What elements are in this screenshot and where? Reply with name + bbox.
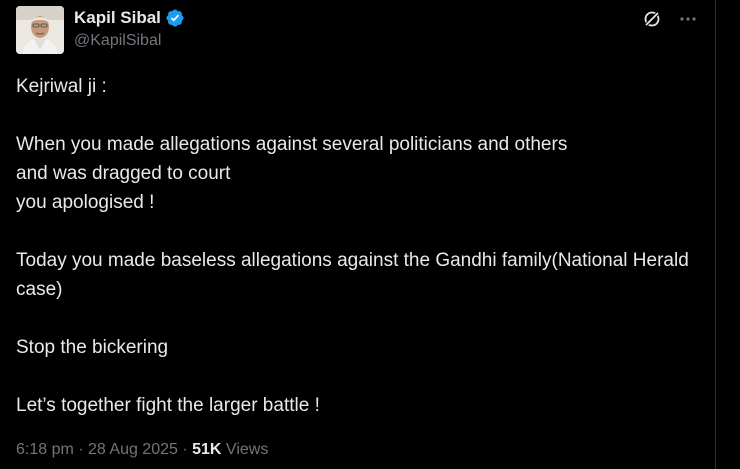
header-actions <box>641 8 699 30</box>
avatar-image <box>16 6 64 54</box>
tweet-header: Kapil Sibal @KapilSibal <box>16 6 699 54</box>
author-handle[interactable]: @KapilSibal <box>74 31 161 51</box>
tweet-date[interactable]: 28 Aug 2025 <box>88 439 178 461</box>
tweet-text: Kejriwal ji : When you made allegations … <box>16 72 706 420</box>
more-icon[interactable] <box>677 8 699 30</box>
display-name[interactable]: Kapil Sibal <box>74 7 161 29</box>
line-break <box>16 362 706 391</box>
views-count: 51K <box>192 441 222 458</box>
tweet-time[interactable]: 6:18 pm <box>16 439 74 461</box>
tweet-line: you apologised ! <box>16 192 155 213</box>
tweet-line: Let’s together fight the larger battle ! <box>16 395 320 416</box>
tweet-line: When you made allegations against severa… <box>16 134 568 155</box>
tweet-line: Today you made baseless allegations agai… <box>16 250 689 300</box>
tweet-line: Stop the bickering <box>16 337 169 358</box>
meta-separator: · <box>177 441 193 458</box>
line-break <box>16 217 706 246</box>
meta-separator: · <box>73 441 89 458</box>
tweet-card: Kapil Sibal @KapilSibal Kejriwal ji: Wh… <box>0 0 716 469</box>
tweet-line: Kejriwal ji : <box>16 76 107 97</box>
line-break <box>16 101 706 130</box>
tweet-line: and was dragged to court <box>16 163 231 184</box>
name-row: Kapil Sibal <box>74 7 185 29</box>
avatar[interactable] <box>16 6 64 54</box>
tweet-meta: 6:18 pm · 28 Aug 2025 · 51K Views <box>16 439 268 461</box>
verified-badge-icon[interactable] <box>165 8 185 28</box>
line-break <box>16 304 706 333</box>
grok-icon[interactable] <box>641 8 663 30</box>
views-label: Views <box>221 441 269 458</box>
